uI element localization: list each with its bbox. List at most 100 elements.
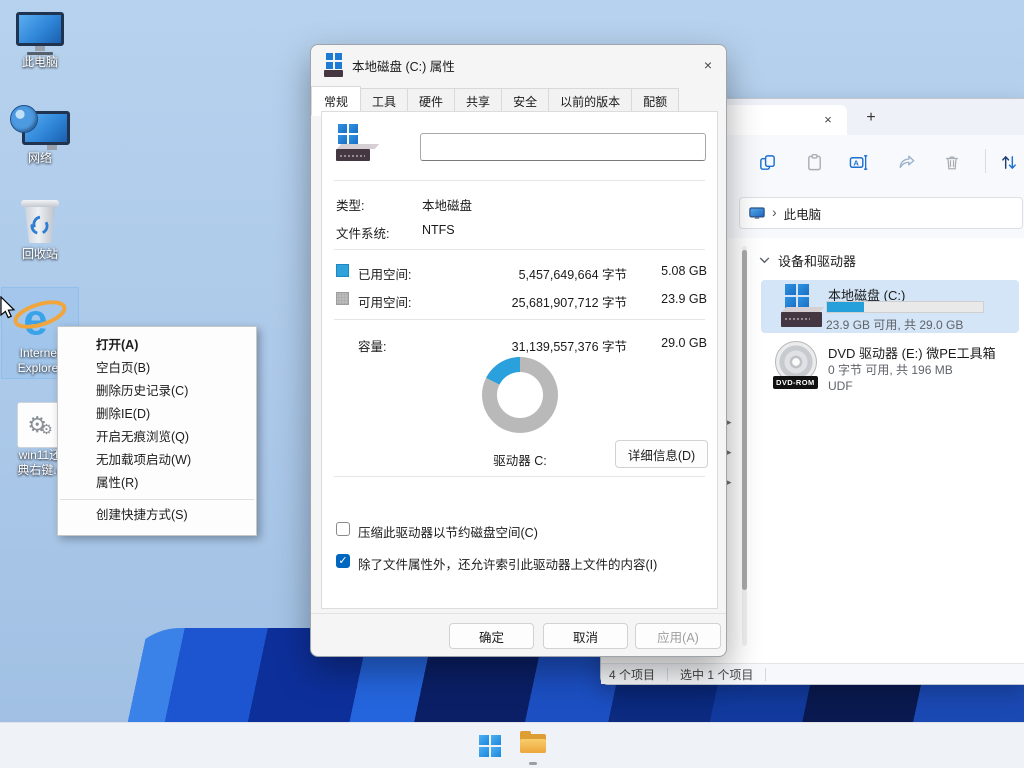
- drive-usage-fill: [827, 302, 864, 312]
- dialog-title: 本地磁盘 (C:) 属性: [352, 56, 455, 75]
- drive-item-c[interactable]: 本地磁盘 (C:) 23.9 GB 可用, 共 29.0 GB: [761, 280, 1019, 333]
- divider: [334, 476, 705, 477]
- share-button[interactable]: [892, 149, 920, 175]
- free-space-swatch: [336, 292, 349, 305]
- menu-item-delete-ie[interactable]: 删除IE(D): [58, 403, 256, 426]
- sort-icon: [999, 153, 1019, 172]
- nav-pane-scrollbar[interactable]: [742, 246, 747, 646]
- icon-label: 此电脑: [0, 55, 80, 70]
- ok-button[interactable]: 确定: [449, 623, 534, 649]
- general-tab-page: 类型: 本地磁盘 文件系统: NTFS 已用空间: 5,457,649,664 …: [321, 111, 718, 609]
- dialog-button-row: 确定 取消 应用(A): [311, 613, 726, 659]
- section-header-devices[interactable]: 设备和驱动器: [759, 251, 856, 270]
- recycle-arrows-icon: [27, 212, 53, 238]
- drive-caption: 23.9 GB 可用, 共 29.0 GB: [826, 316, 963, 333]
- recycle-bin-icon: [23, 203, 57, 243]
- tab-close-button[interactable]: ×: [817, 110, 839, 130]
- copy-button[interactable]: [753, 149, 781, 175]
- divider: [334, 249, 705, 250]
- chevron-down-icon: [759, 257, 770, 264]
- desktop-icon-this-pc[interactable]: 此电脑: [0, 12, 80, 70]
- check-icon: ✓: [338, 555, 347, 567]
- desktop-icon-network[interactable]: 网络: [0, 105, 80, 166]
- delete-button[interactable]: [938, 149, 966, 175]
- menu-separator: [60, 499, 254, 500]
- dialog-title-bar[interactable]: 本地磁盘 (C:) 属性: [311, 45, 726, 85]
- start-button[interactable]: [477, 733, 503, 759]
- breadcrumb[interactable]: 此电脑: [784, 204, 822, 223]
- used-space-label: 已用空间:: [358, 264, 411, 283]
- sort-button[interactable]: [995, 149, 1023, 175]
- free-size: 23.9 GB: [637, 292, 707, 306]
- status-separator: [765, 668, 766, 681]
- drive-caption: 0 字节 可用, 共 196 MB: [828, 361, 953, 378]
- address-bar[interactable]: › 此电脑: [739, 197, 1023, 229]
- copy-icon: [758, 153, 777, 172]
- free-space-label: 可用空间:: [358, 292, 411, 311]
- drive-filesystem: UDF: [828, 379, 853, 393]
- toolbar-separator: [985, 149, 986, 173]
- drive-letter-caption: 驱动器 C:: [442, 450, 598, 469]
- gear-icon: ⚙: [40, 422, 53, 438]
- tree-chevron-icon[interactable]: ▸: [727, 478, 735, 486]
- menu-item-delete-history[interactable]: 删除历史记录(C): [58, 380, 256, 403]
- dialog-close-button[interactable]: ×: [695, 52, 721, 78]
- index-checkbox[interactable]: ✓: [336, 554, 350, 568]
- apply-button[interactable]: 应用(A): [635, 623, 721, 649]
- index-checkbox-label[interactable]: 除了文件属性外，还允许索引此驱动器上文件的内容(I): [358, 554, 657, 573]
- capacity-label: 容量:: [358, 336, 386, 355]
- local-disk-icon: [781, 284, 822, 327]
- volume-label-input[interactable]: [420, 133, 706, 161]
- taskbar: 英 拼 10:01 2022/11/10 z: [0, 722, 1024, 768]
- disk-drive-icon-large: [336, 124, 370, 161]
- tree-chevron-icon[interactable]: ▸: [727, 448, 735, 456]
- items-count: 4 个项目: [609, 666, 655, 683]
- menu-item-no-addons[interactable]: 无加载项启动(W): [58, 449, 256, 472]
- drive-usage-bar: [826, 301, 984, 313]
- drive-item-dvd[interactable]: DVD-ROM DVD 驱动器 (E:) 微PE工具箱 0 字节 可用, 共 1…: [761, 338, 1019, 396]
- used-space-swatch: [336, 264, 349, 277]
- desktop-icon-recycle-bin[interactable]: 回收站: [0, 200, 80, 262]
- drive-name: DVD 驱动器 (E:) 微PE工具箱: [828, 343, 996, 362]
- capacity-donut: [482, 357, 558, 433]
- share-icon: [897, 153, 916, 172]
- menu-item-blank-page[interactable]: 空白页(B): [58, 357, 256, 380]
- free-bytes: 25,681,907,712 字节: [467, 292, 627, 311]
- paste-icon: [805, 153, 824, 172]
- status-separator: [667, 668, 668, 681]
- menu-item-properties[interactable]: 属性(R): [58, 472, 256, 495]
- rename-icon: A: [849, 153, 869, 172]
- chevron-right-icon: ›: [772, 204, 777, 220]
- running-app-indicator: [529, 762, 537, 765]
- used-bytes: 5,457,649,664 字节: [477, 264, 627, 283]
- paste-button[interactable]: [800, 149, 828, 175]
- section-header-label: 设备和驱动器: [778, 251, 856, 270]
- monitor-stand: [47, 145, 57, 150]
- rename-button[interactable]: A: [845, 149, 873, 175]
- tree-chevron-icon[interactable]: ▸: [727, 418, 735, 426]
- menu-item-create-shortcut[interactable]: 创建快捷方式(S): [58, 504, 256, 527]
- cancel-button[interactable]: 取消: [543, 623, 628, 649]
- disk-properties-dialog: 本地磁盘 (C:) 属性 × 常规 工具 硬件 共享 安全 以前的版本 配额 类…: [310, 44, 727, 657]
- icon-label: 回收站: [0, 247, 80, 262]
- menu-item-inprivate[interactable]: 开启无痕浏览(Q): [58, 426, 256, 449]
- monitor-stand: [35, 46, 45, 51]
- compress-checkbox[interactable]: [336, 522, 350, 536]
- compress-checkbox-label[interactable]: 压缩此驱动器以节约磁盘空间(C): [358, 522, 538, 541]
- type-value: 本地磁盘: [422, 195, 472, 214]
- new-tab-button[interactable]: +: [859, 107, 883, 129]
- menu-item-open[interactable]: 打开(A): [58, 334, 256, 357]
- bin-rim: [21, 200, 59, 207]
- taskbar-file-explorer-button[interactable]: [518, 731, 548, 759]
- type-label: 类型:: [336, 195, 364, 214]
- globe-icon: [10, 105, 38, 133]
- filesystem-label: 文件系统:: [336, 223, 389, 242]
- this-pc-icon: [16, 12, 64, 46]
- svg-text:A: A: [853, 158, 859, 167]
- scrollbar-thumb[interactable]: [742, 250, 747, 590]
- divider: [334, 319, 705, 320]
- desktop: 此电脑 网络 回收站 e Internet Exp: [0, 0, 1024, 768]
- status-bar: 4 个项目 选中 1 个项目: [601, 663, 1024, 684]
- details-button[interactable]: 详细信息(D): [615, 440, 708, 468]
- mouse-cursor: [0, 296, 16, 320]
